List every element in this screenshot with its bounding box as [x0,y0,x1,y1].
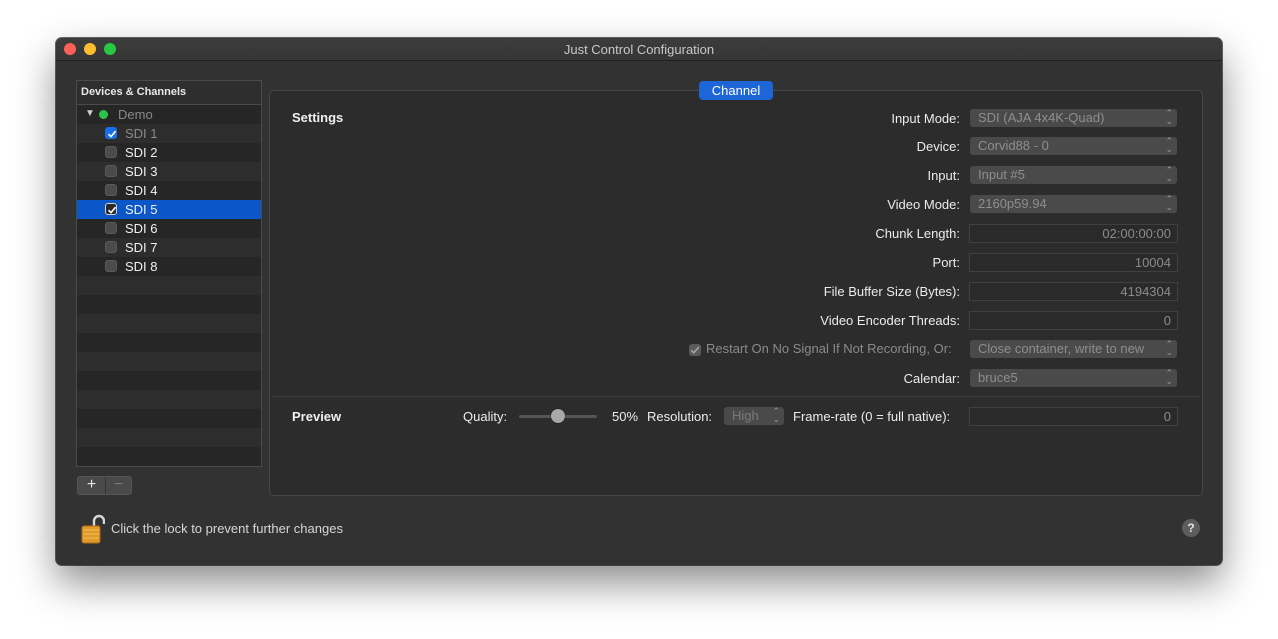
empty-row [77,333,261,352]
device-label: Device: [916,139,960,154]
help-button[interactable]: ? [1182,519,1200,537]
popup-arrows-icon: ⌃ ⌄ [1165,109,1173,126]
status-dot-icon [99,110,108,119]
empty-row [77,314,261,333]
channel-label: SDI 4 [125,183,158,198]
channel-row-sdi-7[interactable]: SDI 7 [77,238,261,257]
channel-enable-checkbox[interactable] [105,222,117,234]
channel-label: SDI 3 [125,164,158,179]
quality-slider-knob[interactable] [551,409,565,423]
calendar-popup[interactable]: bruce5 ⌃ ⌄ [970,369,1177,387]
channel-row-sdi-2[interactable]: SDI 2 [77,143,261,162]
add-channel-button[interactable]: + [78,477,106,494]
section-divider [272,396,1200,397]
video-mode-popup[interactable]: 2160p59.94 ⌃ ⌄ [970,195,1177,213]
file-buffer-size-label: File Buffer Size (Bytes): [823,284,960,299]
quality-value: 50% [612,409,639,424]
restart-on-no-signal-label: Restart On No Signal If Not Recording, O… [706,341,952,356]
channel-label: SDI 8 [125,259,158,274]
channel-enable-checkbox[interactable] [105,241,117,253]
channel-label: SDI 2 [125,145,158,160]
channel-enable-checkbox[interactable] [105,146,117,158]
video-encoder-threads-label: Video Encoder Threads: [820,313,960,328]
port-label: Port: [932,255,960,270]
chunk-length-field[interactable]: 02:00:00:00 [969,224,1178,243]
resolution-popup[interactable]: High ⌃ ⌄ [724,407,784,425]
input-mode-value: SDI (AJA 4x4K-Quad) [978,110,1105,125]
restart-on-no-signal-checkbox[interactable] [689,344,701,356]
video-mode-value: 2160p59.94 [978,196,1047,211]
popup-arrows-icon: ⌃ ⌄ [1165,340,1173,357]
channel-enable-checkbox[interactable] [105,184,117,196]
empty-row [77,371,261,390]
channel-row-sdi-5[interactable]: SDI 5 [77,200,261,219]
input-value: Input #5 [978,167,1025,182]
channel-label: SDI 1 [125,126,158,141]
disclosure-triangle-icon[interactable]: ▼ [85,108,95,119]
channel-row-sdi-1[interactable]: SDI 1 [77,124,261,143]
window-title: Just Control Configuration [563,42,715,57]
calendar-label: Calendar: [903,371,960,386]
restart-action-value: Close container, write to new [978,341,1145,356]
checkmark-icon [690,346,700,354]
lock-status-text: Click the lock to prevent further change… [111,521,343,536]
popup-arrows-icon: ⌃ ⌄ [1165,369,1173,386]
resolution-value: High [732,408,759,423]
empty-row [77,409,261,428]
calendar-value: bruce5 [978,370,1018,385]
channel-label: SDI 7 [125,240,158,255]
input-popup[interactable]: Input #5 ⌃ ⌄ [970,166,1177,184]
unlocked-lock-icon[interactable] [81,514,105,544]
empty-row [77,447,261,466]
popup-arrows-icon: ⌃ ⌄ [1165,137,1173,154]
checkmark-icon [107,206,117,214]
channel-enable-checkbox[interactable] [105,260,117,272]
tab-channel[interactable]: Channel [699,81,773,100]
popup-arrows-icon: ⌃ ⌄ [1165,195,1173,212]
device-popup[interactable]: Corvid88 - 0 ⌃ ⌄ [970,137,1177,155]
device-group-row[interactable]: ▼ Demo [77,105,261,124]
sidebar-header: Devices & Channels [77,81,261,105]
empty-row [77,276,261,295]
file-buffer-size-field[interactable]: 4194304 [969,282,1178,301]
empty-row [77,428,261,447]
resolution-label: Resolution: [647,409,713,424]
input-mode-popup[interactable]: SDI (AJA 4x4K-Quad) ⌃ ⌄ [970,109,1177,127]
devices-channels-list[interactable]: Devices & Channels ▼ Demo SDI 1 SDI 2 SD… [76,80,262,467]
frame-rate-field[interactable]: 0 [969,407,1178,426]
preview-section-title: Preview [292,409,342,424]
video-encoder-threads-field[interactable]: 0 [969,311,1178,330]
config-window: Just Control Configuration Devices & Cha… [56,38,1222,565]
channel-row-sdi-4[interactable]: SDI 4 [77,181,261,200]
device-group-label: Demo [118,107,153,122]
add-remove-segmented-control: + − [77,476,132,495]
empty-row [77,295,261,314]
input-mode-label: Input Mode: [891,111,960,126]
channel-row-sdi-3[interactable]: SDI 3 [77,162,261,181]
quality-label: Quality: [463,409,508,424]
channel-enable-checkbox[interactable] [105,203,117,215]
port-field[interactable]: 10004 [969,253,1178,272]
frame-rate-label: Frame-rate (0 = full native): [793,409,951,424]
channel-enable-checkbox[interactable] [105,127,117,139]
restart-action-popup[interactable]: Close container, write to new ⌃ ⌄ [970,340,1177,358]
checkmark-icon [107,130,117,138]
device-value: Corvid88 - 0 [978,138,1049,153]
input-label: Input: [927,168,960,183]
popup-arrows-icon: ⌃ ⌄ [1165,166,1173,183]
settings-section-title: Settings [292,110,344,125]
channel-enable-checkbox[interactable] [105,165,117,177]
channel-row-sdi-6[interactable]: SDI 6 [77,219,261,238]
title-bar: Just Control Configuration [56,38,1222,61]
channel-row-sdi-8[interactable]: SDI 8 [77,257,261,276]
remove-channel-button[interactable]: − [105,477,132,494]
empty-row [77,390,261,409]
chunk-length-label: Chunk Length: [875,226,960,241]
empty-row [77,352,261,371]
channel-label: SDI 6 [125,221,158,236]
channel-label: SDI 5 [125,202,158,217]
popup-arrows-icon: ⌃ ⌄ [772,406,780,424]
video-mode-label: Video Mode: [887,197,960,212]
